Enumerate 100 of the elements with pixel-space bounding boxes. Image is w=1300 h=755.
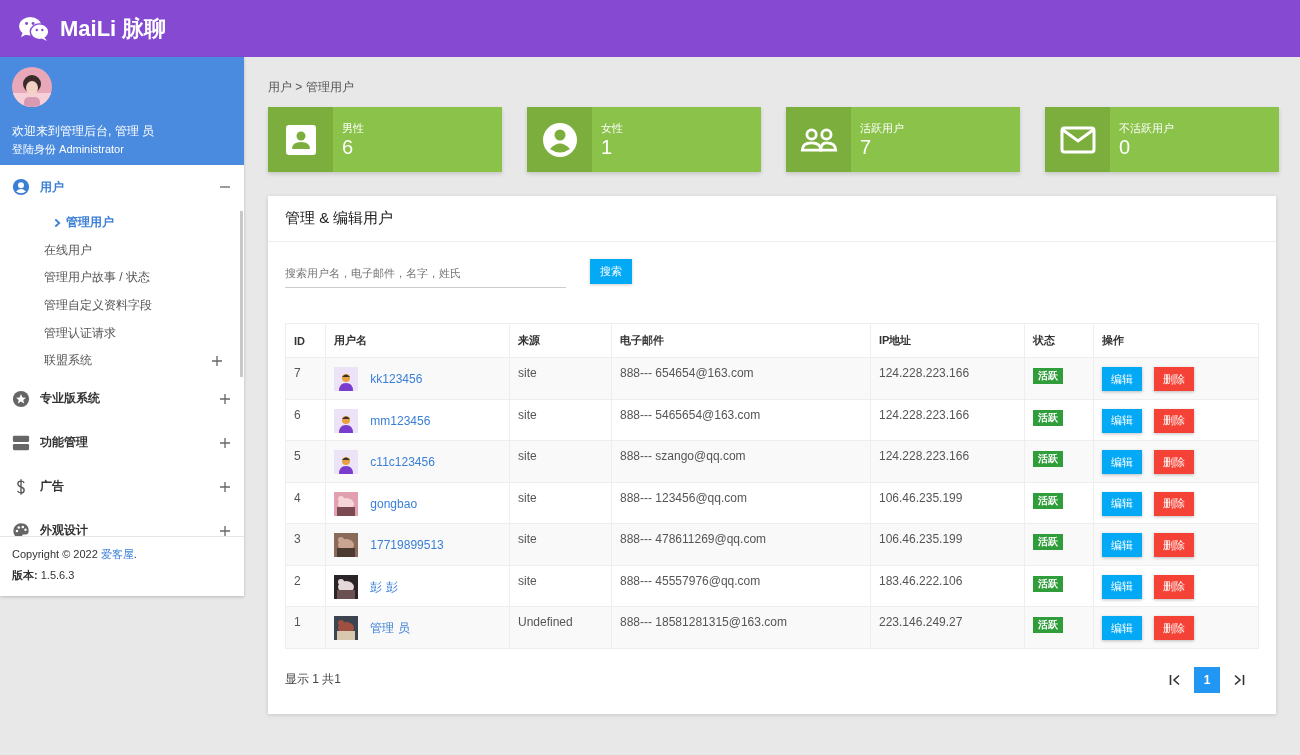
menu-item[interactable]: 用户 [0, 165, 244, 209]
edit-button[interactable]: 编辑 [1102, 367, 1142, 391]
status-badge: 活跃 [1033, 409, 1063, 426]
submenu-item[interactable]: 管理用户故事 / 状态 [0, 264, 238, 292]
menu-item[interactable]: 外观设计 [0, 508, 244, 536]
table-cell: 5 [285, 440, 326, 482]
delete-button[interactable]: 删除 [1154, 533, 1195, 557]
menu-item[interactable]: 广告 [0, 464, 244, 509]
edit-button[interactable]: 编辑 [1102, 574, 1142, 599]
results-summary: 显示 1 共1 [285, 671, 341, 688]
default-avatar-icon [334, 367, 358, 391]
stat-value: 0 [1119, 136, 1132, 158]
palette-icon [12, 521, 30, 536]
version-text: 版本: 1.5.6.3 [12, 568, 76, 583]
table-cell: site [509, 565, 612, 607]
stat-value: 7 [860, 136, 873, 158]
table-cell: 888--- 45557976@qq.com [611, 565, 871, 607]
edit-button[interactable]: 编辑 [1102, 491, 1142, 516]
delete-button[interactable]: 删除 [1154, 450, 1195, 474]
search-button[interactable]: 搜索 [590, 259, 632, 284]
table-cell: 124.228.223.166 [870, 399, 1025, 441]
table-cell: site [509, 523, 612, 565]
copyright-link[interactable]: 爱客屋 [100, 548, 134, 560]
status-badge: 活跃 [1033, 575, 1063, 592]
table-cell: 1 [285, 606, 326, 648]
column-header: 用户名 [325, 323, 510, 358]
last-page-icon [1233, 673, 1245, 686]
submenu-item[interactable]: 在线用户 [0, 236, 238, 265]
edit-button[interactable]: 编辑 [1102, 408, 1142, 433]
submenu-item[interactable]: 管理用户 [0, 209, 238, 237]
table-cell: 124.228.223.166 [870, 440, 1025, 482]
column-header: 电子邮件 [611, 323, 871, 358]
chevron-right-icon [54, 217, 61, 228]
table-cell: Undefined [509, 606, 612, 648]
username-link[interactable]: mm123456 [370, 413, 431, 428]
chat-bubbles-icon [18, 15, 50, 42]
app-title: MaiLi 脉聊 [60, 14, 167, 43]
plus-icon [212, 355, 222, 366]
username-link[interactable]: 17719899513 [370, 538, 444, 552]
table-cell: 888--- 123456@qq.com [611, 482, 871, 524]
table-cell: site [509, 482, 612, 524]
person-icon [541, 121, 578, 158]
table-cell: 124.228.223.166 [870, 357, 1025, 399]
table-cell: 3 [285, 523, 326, 565]
table-cell: 888--- 478611269@qq.com [611, 523, 871, 565]
scrollbar-thumb[interactable] [240, 211, 243, 377]
delete-button[interactable]: 删除 [1154, 408, 1195, 433]
submenu-item[interactable]: 管理认证请求 [0, 319, 238, 347]
status-badge: 活跃 [1033, 492, 1063, 509]
username-link[interactable]: c11c123456 [370, 455, 435, 469]
menu-item[interactable]: 专业版系统 [0, 376, 244, 421]
default-avatar-icon [334, 450, 358, 474]
plus-icon [220, 437, 230, 448]
edit-button[interactable]: 编辑 [1102, 616, 1142, 640]
table-cell: site [509, 357, 612, 399]
table-cell: 2 [285, 565, 326, 607]
group-icon [799, 126, 838, 153]
delete-button[interactable]: 删除 [1154, 491, 1195, 516]
table-cell: 4 [285, 482, 326, 524]
table-cell: 888--- 654654@163.com [611, 357, 871, 399]
plus-icon [220, 525, 230, 536]
plus-icon [220, 481, 230, 492]
status-badge: 活跃 [1033, 451, 1063, 467]
submenu-item[interactable]: 联盟系统 [0, 346, 238, 375]
stat-label: 活跃用户 [860, 121, 904, 136]
table-cell: 888--- 18581281315@163.com [611, 606, 871, 648]
username-link[interactable]: kk123456 [370, 372, 423, 386]
column-header: 状态 [1024, 323, 1094, 358]
mail-icon [1059, 125, 1096, 154]
delete-button[interactable]: 删除 [1154, 616, 1195, 640]
edit-button[interactable]: 编辑 [1102, 533, 1142, 557]
stat-value: 1 [601, 136, 614, 158]
plus-icon [220, 393, 230, 404]
delete-button[interactable]: 删除 [1154, 367, 1195, 391]
table-cell: site [509, 399, 612, 441]
welcome-text: 欢迎来到管理后台, 管理 员 [12, 123, 155, 140]
column-header: IP地址 [870, 323, 1025, 358]
submenu-item[interactable]: 管理自定义资料字段 [0, 291, 238, 320]
first-page-icon [1169, 673, 1181, 686]
table-cell: 106.46.235.199 [870, 523, 1025, 565]
table-cell: 6 [285, 399, 326, 441]
panel-title: 管理 & 编辑用户 [268, 196, 1276, 242]
copyright-text: Copyright © 2022 爱客屋. [12, 547, 138, 562]
default-avatar-icon [334, 408, 358, 433]
edit-button[interactable]: 编辑 [1102, 450, 1142, 474]
delete-button[interactable]: 删除 [1154, 574, 1195, 599]
column-header: 来源 [509, 323, 612, 358]
stat-label: 女性 [601, 121, 623, 136]
menu-item[interactable]: 功能管理 [0, 420, 244, 465]
table-cell: 888--- 5465654@163.com [611, 399, 871, 441]
table-cell: site [509, 440, 612, 482]
username-link[interactable]: 彭 彭 [370, 579, 398, 593]
column-header: ID [285, 323, 326, 358]
username-link[interactable]: gongbao [370, 496, 418, 511]
column-header: 操作 [1093, 323, 1259, 358]
page-button[interactable]: 1 [1194, 666, 1220, 693]
status-badge: 活跃 [1033, 617, 1063, 633]
contact-card-icon [284, 123, 317, 156]
stat-value: 6 [342, 136, 355, 158]
username-link[interactable]: 管理 员 [370, 620, 410, 635]
